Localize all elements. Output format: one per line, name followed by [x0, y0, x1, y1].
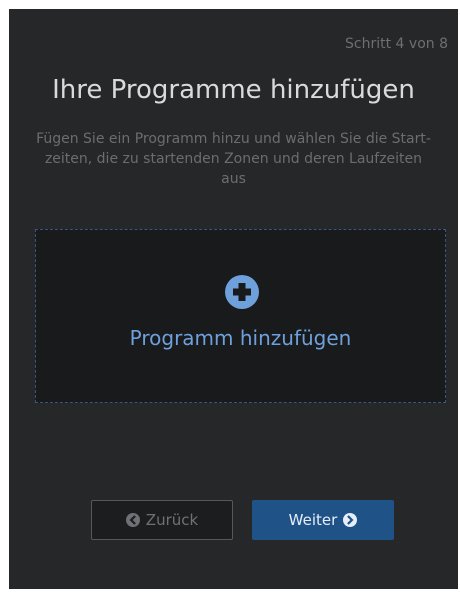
add-program-card[interactable]: Programm hinzufügen [35, 229, 446, 403]
page-description: Fügen Sie ein Programm hinzu und wählen … [36, 131, 431, 187]
step-indicator: Schritt 4 von 8 [345, 36, 448, 52]
plus-circle-icon [225, 275, 259, 309]
wizard-panel: Schritt 4 von 8 Ihre Programme hinzufüge… [9, 9, 458, 589]
chevron-right-circle-icon [343, 513, 358, 527]
back-button-label: Zurück [145, 511, 199, 529]
add-program-label: Programm hinzufügen [129, 326, 352, 350]
next-button[interactable]: Weiter [252, 500, 394, 540]
next-button-label: Weiter [288, 511, 338, 529]
back-button[interactable]: Zurück [91, 500, 233, 540]
page-title: Ihre Programme hinzufügen [52, 75, 415, 105]
chevron-left-circle-icon [125, 513, 140, 527]
